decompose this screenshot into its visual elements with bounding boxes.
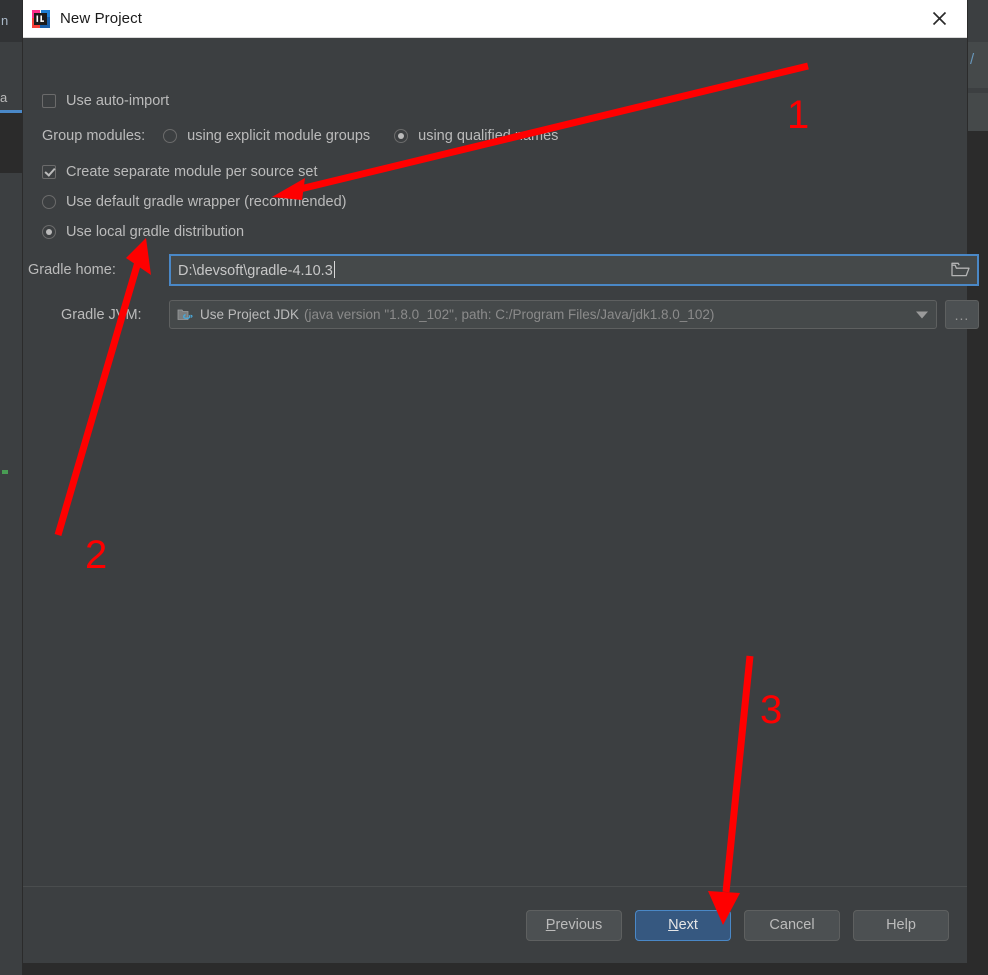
folder-icon[interactable]: [943, 256, 977, 284]
help-button-label: Help: [886, 917, 916, 933]
close-icon[interactable]: [911, 0, 967, 37]
separate-module-row[interactable]: Create separate module per source set: [42, 164, 317, 180]
previous-button-label: revious: [555, 917, 603, 933]
group-modules-qualified-label: using qualified names: [418, 128, 559, 144]
new-project-dialog: New Project Use auto-import Group module…: [22, 0, 979, 964]
gradle-wrapper-row[interactable]: Use default gradle wrapper (recommended): [42, 194, 346, 210]
gradle-home-label-row: Gradle home:: [28, 262, 116, 278]
background-status-bar: [0, 938, 22, 975]
background-editor-tab: a: [0, 86, 22, 112]
dialog-footer: Previous Next Cancel Help: [23, 886, 967, 963]
gradle-local-label: Use local gradle distribution: [66, 224, 245, 240]
gradle-jvm-detail: (java version "1.8.0_102", path: C:/Prog…: [304, 307, 715, 322]
group-modules-explicit-label: using explicit module groups: [187, 128, 371, 144]
background-editor-area: [0, 113, 22, 173]
auto-import-checkbox[interactable]: [42, 94, 56, 108]
background-marker-green: [2, 470, 8, 474]
background-toolwindow-label: n: [0, 0, 22, 42]
gradle-home-label: Gradle home:: [28, 262, 116, 278]
intellij-idea-icon: [31, 9, 51, 29]
gradle-jvm-more-button[interactable]: ...: [945, 300, 979, 329]
jdk-icon: [177, 307, 194, 322]
group-modules-label: Group modules:: [42, 128, 146, 144]
next-button-mnemonic: N: [668, 917, 679, 933]
gradle-jvm-value: Use Project JDK: [200, 307, 300, 322]
gradle-jvm-label-row: Gradle JVM:: [61, 307, 142, 323]
next-button[interactable]: Next: [635, 909, 731, 941]
cancel-button[interactable]: Cancel: [744, 909, 840, 941]
gradle-local-row[interactable]: Use local gradle distribution: [42, 224, 244, 240]
separate-module-checkbox[interactable]: [42, 165, 56, 179]
dialog-titlebar: New Project: [23, 0, 967, 38]
dialog-title: New Project: [60, 10, 142, 27]
separate-module-label: Create separate module per source set: [66, 164, 318, 180]
auto-import-label: Use auto-import: [66, 93, 170, 109]
help-button[interactable]: Help: [853, 909, 949, 941]
text-caret: [333, 261, 335, 278]
previous-button[interactable]: Previous: [526, 909, 622, 941]
cancel-button-label: Cancel: [769, 917, 815, 933]
gradle-home-field[interactable]: D:\devsoft\gradle-4.10.3: [169, 254, 979, 286]
group-modules-row: Group modules: using explicit module gro…: [42, 128, 558, 144]
gradle-jvm-label: Gradle JVM:: [61, 307, 142, 323]
gradle-home-value: D:\devsoft\gradle-4.10.3: [178, 263, 333, 279]
background-right-panel-second: [968, 93, 988, 131]
group-modules-explicit-radio[interactable]: [163, 129, 178, 143]
background-right-glyph: /: [970, 51, 975, 68]
gradle-wrapper-radio[interactable]: [42, 195, 56, 209]
dialog-body: Use auto-import Group modules: using exp…: [23, 38, 979, 925]
gradle-local-radio[interactable]: [42, 225, 56, 239]
next-button-label: ext: [678, 917, 698, 933]
auto-import-row[interactable]: Use auto-import: [42, 93, 169, 109]
gradle-wrapper-label: Use default gradle wrapper (recommended): [66, 194, 347, 210]
previous-button-mnemonic: P: [545, 917, 556, 933]
gradle-jvm-combobox[interactable]: Use Project JDK (java version "1.8.0_102…: [169, 300, 937, 329]
chevron-down-icon[interactable]: [916, 311, 928, 318]
gradle-home-input[interactable]: D:\devsoft\gradle-4.10.3: [171, 261, 943, 279]
group-modules-qualified-radio[interactable]: [394, 129, 409, 143]
screenshot-root: n a / New Project Use auto-import Group …: [0, 0, 988, 975]
